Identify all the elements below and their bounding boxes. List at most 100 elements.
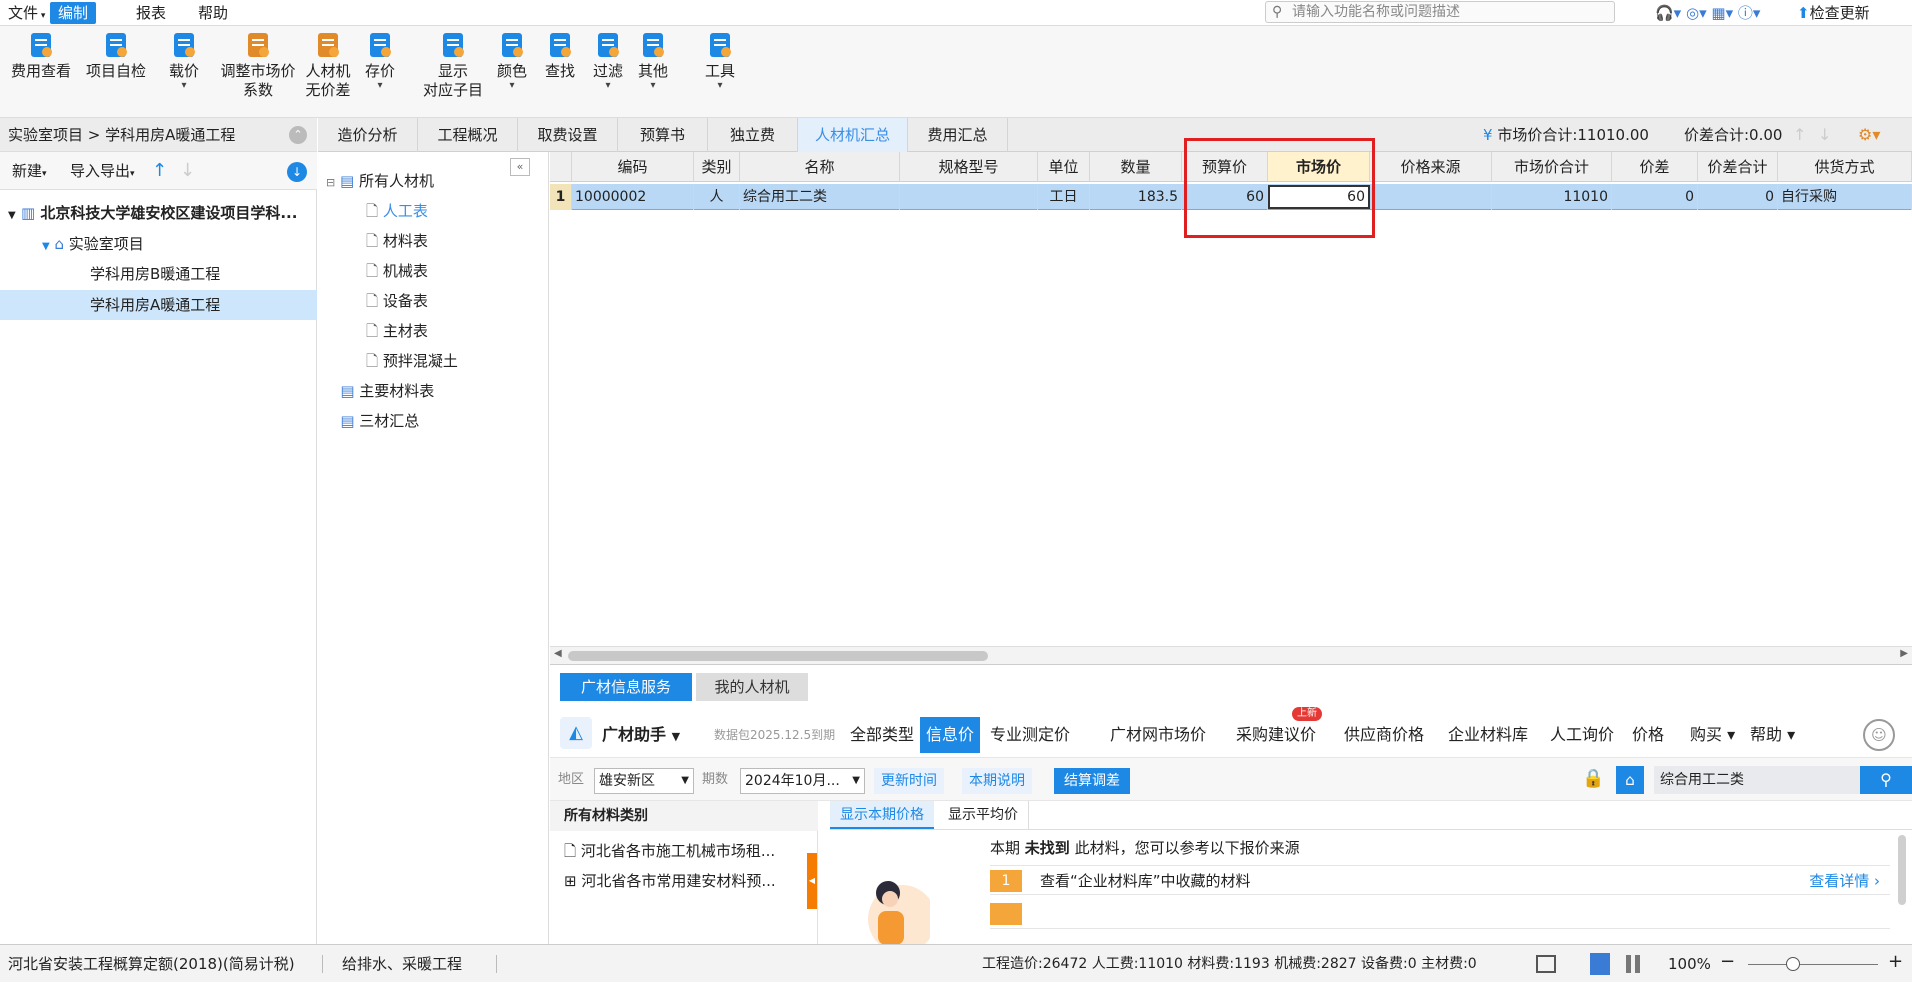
nav-item[interactable]: 人工询价 <box>1550 717 1614 753</box>
category-node[interactable]: ▤ 主要材料表 <box>326 376 434 406</box>
menu-help[interactable]: 帮助 <box>190 2 236 24</box>
info-icon[interactable]: ⓘ▾ <box>1738 4 1761 22</box>
period-select[interactable]: 2024年10月... ▼ <box>740 768 865 794</box>
category-node[interactable]: 🗋 人工表 <box>366 196 428 226</box>
collapse-left-icon[interactable]: « <box>510 158 530 176</box>
horizontal-scrollbar[interactable]: ◀ ▶ <box>550 646 1912 664</box>
update-time-button[interactable]: 更新时间 <box>874 768 944 794</box>
nav-item[interactable]: 专业测定价 <box>990 717 1070 753</box>
ribbon-button-7[interactable]: 颜色 ▾ <box>494 30 530 91</box>
collapse-side-icon[interactable]: ◀ <box>807 853 817 909</box>
tab-labor-material-summary[interactable]: 人材机汇总 <box>798 118 908 152</box>
category-node[interactable]: ⊟ ▤ 所有人材机 <box>326 166 434 196</box>
category-item[interactable]: ⊞ 河北省各市常用建安材料预... <box>564 869 776 893</box>
column-header[interactable]: 供货方式 <box>1778 152 1912 182</box>
column-header[interactable]: 规格型号 <box>900 152 1038 182</box>
table-cell[interactable]: 自行采购 <box>1778 184 1912 210</box>
tree-item-lab-project[interactable]: ▼ ⌂ 实验室项目 <box>42 229 144 259</box>
table-cell[interactable]: 工日 <box>1038 184 1090 210</box>
tree-item-b-hvac[interactable]: 学科用房B暖通工程 <box>90 259 220 289</box>
function-search-input[interactable]: ⚲ 请输入功能名称或问题描述 <box>1265 1 1615 23</box>
zoom-in-icon[interactable]: + <box>1888 951 1903 972</box>
scroll-left-icon[interactable]: ◀ <box>554 648 562 659</box>
tab-independent-fee[interactable]: 独立费 <box>708 118 798 152</box>
apps-icon[interactable]: ▦▾ <box>1711 4 1733 22</box>
table-cell[interactable] <box>900 184 1038 210</box>
column-header[interactable]: 价差 <box>1612 152 1698 182</box>
column-header[interactable]: 价差合计 <box>1698 152 1778 182</box>
nav-item[interactable]: 帮助 ▾ <box>1750 717 1795 753</box>
view-details-link[interactable]: 查看详情 › <box>1809 866 1880 896</box>
check-update-button[interactable]: ⬆检查更新 <box>1797 2 1870 24</box>
table-cell[interactable]: 综合用工二类 <box>740 184 900 210</box>
settings-icon[interactable]: ⚙▾ <box>1858 118 1880 152</box>
headset-icon[interactable]: 🎧▾ <box>1655 4 1681 22</box>
tab-cost-analysis[interactable]: 造价分析 <box>318 118 418 152</box>
settle-adjust-button[interactable]: 结算调差 <box>1054 768 1130 794</box>
table-cell[interactable]: 0 <box>1698 184 1778 210</box>
ribbon-button-4[interactable]: 人材机 无价差 <box>302 30 354 100</box>
category-node[interactable]: 🗋 预拌混凝土 <box>366 346 458 376</box>
zoom-slider-thumb[interactable] <box>1786 957 1800 971</box>
column-header[interactable]: 名称 <box>740 152 900 182</box>
zoom-out-icon[interactable]: − <box>1720 951 1735 972</box>
scroll-right-icon[interactable]: ▶ <box>1900 648 1908 659</box>
avatar[interactable]: ☺ <box>1863 719 1895 751</box>
category-node[interactable]: 🗋 机械表 <box>366 256 428 286</box>
tab-budget[interactable]: 预算书 <box>618 118 708 152</box>
menu-file[interactable]: 文件 ▾ <box>0 2 53 24</box>
nav-item[interactable]: 全部类型 <box>850 717 914 753</box>
lock-icon[interactable]: 🔒 <box>1582 768 1604 789</box>
arrow-down-icon[interactable]: ↓ <box>1818 118 1831 152</box>
nav-item[interactable]: 采购建议价 <box>1236 717 1316 753</box>
column-header[interactable]: 编码 <box>572 152 694 182</box>
tab-show-current-price[interactable]: 显示本期价格 <box>830 801 934 829</box>
table-cell[interactable]: 人 <box>694 184 740 210</box>
ribbon-button-8[interactable]: 查找 <box>540 30 580 81</box>
nav-item[interactable]: 购买 ▾ <box>1690 717 1735 753</box>
column-header[interactable]: 市场价合计 <box>1492 152 1612 182</box>
table-cell[interactable]: 11010 <box>1492 184 1612 210</box>
menu-report[interactable]: 报表 <box>128 2 174 24</box>
ribbon-button-3[interactable]: 调整市场价 系数 <box>216 30 300 100</box>
ribbon-button-6[interactable]: 显示 对应子目 <box>418 30 488 100</box>
layout-icon[interactable] <box>1536 955 1556 973</box>
ribbon-button-0[interactable]: 费用查看 <box>6 30 76 81</box>
menu-edit[interactable]: 编制 <box>50 2 97 24</box>
arrow-up-icon[interactable]: ↑ <box>1793 118 1806 152</box>
region-select[interactable]: 雄安新区 ▼ <box>594 768 694 794</box>
category-node[interactable]: 🗋 材料表 <box>366 226 428 256</box>
category-node[interactable]: ▤ 三材汇总 <box>326 406 419 436</box>
tab-fee-settings[interactable]: 取费设置 <box>518 118 618 152</box>
ribbon-button-9[interactable]: 过滤 ▾ <box>588 30 628 91</box>
nav-item[interactable]: 供应商价格 <box>1344 717 1424 753</box>
ribbon-button-11[interactable]: 工具 ▾ <box>700 30 740 91</box>
column-header[interactable]: 类别 <box>694 152 740 182</box>
move-down-icon[interactable]: ↓ <box>180 152 195 190</box>
column-header[interactable]: 价格来源 <box>1370 152 1492 182</box>
split-view-icon[interactable] <box>1626 955 1640 973</box>
download-icon[interactable]: ↓ <box>287 162 307 182</box>
ribbon-button-5[interactable]: 存价 ▾ <box>358 30 402 91</box>
column-header[interactable]: 单位 <box>1038 152 1090 182</box>
service-icon[interactable]: ◎▾ <box>1686 4 1707 22</box>
column-header[interactable]: 数量 <box>1090 152 1182 182</box>
new-button[interactable]: 新建▾ <box>12 152 47 193</box>
tab-show-average-price[interactable]: 显示平均价 <box>938 801 1029 829</box>
table-cell[interactable]: 183.5 <box>1090 184 1182 210</box>
nav-item[interactable]: 价格 <box>1632 717 1664 753</box>
collapse-up-icon[interactable]: ⌃ <box>289 126 307 144</box>
tree-item-a-hvac[interactable]: 学科用房A暖通工程 <box>0 290 317 320</box>
period-note-button[interactable]: 本期说明 <box>962 768 1032 794</box>
category-item[interactable]: 🗋 河北省各市施工机械市场租... <box>564 839 775 863</box>
tab-my-materials[interactable]: 我的人材机 <box>696 673 808 701</box>
suggestion-row[interactable]: 1 查看“企业材料库”中收藏的材料 查看详情 › <box>990 865 1890 895</box>
table-cell[interactable] <box>1370 184 1492 210</box>
nav-item[interactable]: 企业材料库 <box>1448 717 1528 753</box>
scroll-thumb[interactable] <box>568 651 988 661</box>
ribbon-button-10[interactable]: 其他 ▾ <box>632 30 674 91</box>
table-cell[interactable]: 0 <box>1612 184 1698 210</box>
tab-material-info-service[interactable]: 广材信息服务 <box>560 673 692 701</box>
category-node[interactable]: 🗋 主材表 <box>366 316 428 346</box>
assistant-dropdown[interactable]: 广材助手 ▼ <box>602 717 680 753</box>
